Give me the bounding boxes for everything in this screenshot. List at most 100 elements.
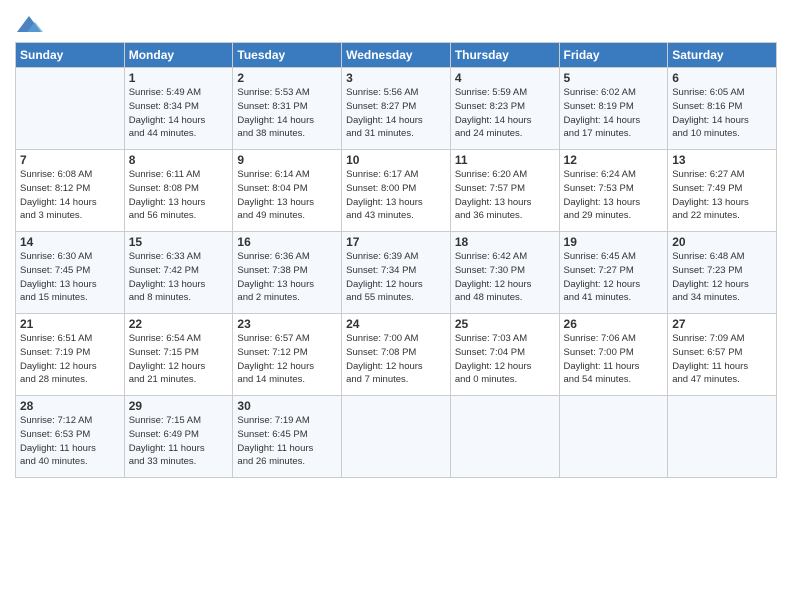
calendar-cell: 12Sunrise: 6:24 AMSunset: 7:53 PMDayligh… (559, 150, 668, 232)
header-row: SundayMondayTuesdayWednesdayThursdayFrid… (16, 43, 777, 68)
header-thursday: Thursday (450, 43, 559, 68)
calendar-cell: 14Sunrise: 6:30 AMSunset: 7:45 PMDayligh… (16, 232, 125, 314)
day-info: Sunrise: 6:57 AMSunset: 7:12 PMDaylight:… (237, 332, 337, 387)
day-number: 16 (237, 235, 337, 249)
calendar-table: SundayMondayTuesdayWednesdayThursdayFrid… (15, 42, 777, 478)
day-number: 1 (129, 71, 229, 85)
calendar-cell: 5Sunrise: 6:02 AMSunset: 8:19 PMDaylight… (559, 68, 668, 150)
calendar-cell: 29Sunrise: 7:15 AMSunset: 6:49 PMDayligh… (124, 396, 233, 478)
day-info: Sunrise: 6:30 AMSunset: 7:45 PMDaylight:… (20, 250, 120, 305)
day-number: 4 (455, 71, 555, 85)
day-number: 28 (20, 399, 120, 413)
day-number: 19 (564, 235, 664, 249)
calendar-cell: 27Sunrise: 7:09 AMSunset: 6:57 PMDayligh… (668, 314, 777, 396)
day-info: Sunrise: 6:02 AMSunset: 8:19 PMDaylight:… (564, 86, 664, 141)
day-number: 20 (672, 235, 772, 249)
day-number: 6 (672, 71, 772, 85)
calendar-cell: 30Sunrise: 7:19 AMSunset: 6:45 PMDayligh… (233, 396, 342, 478)
logo-icon (15, 14, 43, 36)
day-number: 8 (129, 153, 229, 167)
calendar-cell: 3Sunrise: 5:56 AMSunset: 8:27 PMDaylight… (342, 68, 451, 150)
calendar-cell: 9Sunrise: 6:14 AMSunset: 8:04 PMDaylight… (233, 150, 342, 232)
day-info: Sunrise: 6:20 AMSunset: 7:57 PMDaylight:… (455, 168, 555, 223)
day-info: Sunrise: 6:36 AMSunset: 7:38 PMDaylight:… (237, 250, 337, 305)
day-info: Sunrise: 6:39 AMSunset: 7:34 PMDaylight:… (346, 250, 446, 305)
calendar-cell: 19Sunrise: 6:45 AMSunset: 7:27 PMDayligh… (559, 232, 668, 314)
calendar-cell (559, 396, 668, 478)
day-info: Sunrise: 6:17 AMSunset: 8:00 PMDaylight:… (346, 168, 446, 223)
day-number: 29 (129, 399, 229, 413)
calendar-cell: 23Sunrise: 6:57 AMSunset: 7:12 PMDayligh… (233, 314, 342, 396)
day-number: 15 (129, 235, 229, 249)
calendar-cell: 13Sunrise: 6:27 AMSunset: 7:49 PMDayligh… (668, 150, 777, 232)
day-info: Sunrise: 5:49 AMSunset: 8:34 PMDaylight:… (129, 86, 229, 141)
week-row-4: 28Sunrise: 7:12 AMSunset: 6:53 PMDayligh… (16, 396, 777, 478)
week-row-3: 21Sunrise: 6:51 AMSunset: 7:19 PMDayligh… (16, 314, 777, 396)
day-info: Sunrise: 6:27 AMSunset: 7:49 PMDaylight:… (672, 168, 772, 223)
day-number: 3 (346, 71, 446, 85)
day-number: 27 (672, 317, 772, 331)
calendar-cell: 28Sunrise: 7:12 AMSunset: 6:53 PMDayligh… (16, 396, 125, 478)
week-row-2: 14Sunrise: 6:30 AMSunset: 7:45 PMDayligh… (16, 232, 777, 314)
day-info: Sunrise: 5:59 AMSunset: 8:23 PMDaylight:… (455, 86, 555, 141)
day-number: 30 (237, 399, 337, 413)
calendar-cell: 16Sunrise: 6:36 AMSunset: 7:38 PMDayligh… (233, 232, 342, 314)
day-info: Sunrise: 6:11 AMSunset: 8:08 PMDaylight:… (129, 168, 229, 223)
day-info: Sunrise: 6:14 AMSunset: 8:04 PMDaylight:… (237, 168, 337, 223)
calendar-cell: 18Sunrise: 6:42 AMSunset: 7:30 PMDayligh… (450, 232, 559, 314)
day-info: Sunrise: 5:56 AMSunset: 8:27 PMDaylight:… (346, 86, 446, 141)
day-number: 2 (237, 71, 337, 85)
day-info: Sunrise: 6:05 AMSunset: 8:16 PMDaylight:… (672, 86, 772, 141)
day-number: 25 (455, 317, 555, 331)
day-info: Sunrise: 7:19 AMSunset: 6:45 PMDaylight:… (237, 414, 337, 469)
calendar-cell: 22Sunrise: 6:54 AMSunset: 7:15 PMDayligh… (124, 314, 233, 396)
calendar-cell: 20Sunrise: 6:48 AMSunset: 7:23 PMDayligh… (668, 232, 777, 314)
day-info: Sunrise: 6:42 AMSunset: 7:30 PMDaylight:… (455, 250, 555, 305)
calendar-cell (668, 396, 777, 478)
day-info: Sunrise: 6:24 AMSunset: 7:53 PMDaylight:… (564, 168, 664, 223)
main-container: SundayMondayTuesdayWednesdayThursdayFrid… (0, 0, 792, 488)
logo (15, 14, 45, 36)
header-sunday: Sunday (16, 43, 125, 68)
calendar-cell: 11Sunrise: 6:20 AMSunset: 7:57 PMDayligh… (450, 150, 559, 232)
calendar-cell (342, 396, 451, 478)
day-number: 7 (20, 153, 120, 167)
calendar-cell (16, 68, 125, 150)
day-number: 13 (672, 153, 772, 167)
day-info: Sunrise: 5:53 AMSunset: 8:31 PMDaylight:… (237, 86, 337, 141)
header-saturday: Saturday (668, 43, 777, 68)
day-number: 10 (346, 153, 446, 167)
day-number: 18 (455, 235, 555, 249)
calendar-cell (450, 396, 559, 478)
header-tuesday: Tuesday (233, 43, 342, 68)
day-info: Sunrise: 7:06 AMSunset: 7:00 PMDaylight:… (564, 332, 664, 387)
week-row-1: 7Sunrise: 6:08 AMSunset: 8:12 PMDaylight… (16, 150, 777, 232)
day-info: Sunrise: 7:12 AMSunset: 6:53 PMDaylight:… (20, 414, 120, 469)
calendar-cell: 4Sunrise: 5:59 AMSunset: 8:23 PMDaylight… (450, 68, 559, 150)
day-number: 21 (20, 317, 120, 331)
calendar-cell: 24Sunrise: 7:00 AMSunset: 7:08 PMDayligh… (342, 314, 451, 396)
day-info: Sunrise: 7:09 AMSunset: 6:57 PMDaylight:… (672, 332, 772, 387)
calendar-cell: 26Sunrise: 7:06 AMSunset: 7:00 PMDayligh… (559, 314, 668, 396)
day-info: Sunrise: 6:54 AMSunset: 7:15 PMDaylight:… (129, 332, 229, 387)
day-info: Sunrise: 7:00 AMSunset: 7:08 PMDaylight:… (346, 332, 446, 387)
day-number: 9 (237, 153, 337, 167)
day-number: 5 (564, 71, 664, 85)
day-number: 11 (455, 153, 555, 167)
day-number: 14 (20, 235, 120, 249)
calendar-cell: 15Sunrise: 6:33 AMSunset: 7:42 PMDayligh… (124, 232, 233, 314)
day-info: Sunrise: 6:48 AMSunset: 7:23 PMDaylight:… (672, 250, 772, 305)
week-row-0: 1Sunrise: 5:49 AMSunset: 8:34 PMDaylight… (16, 68, 777, 150)
calendar-cell: 25Sunrise: 7:03 AMSunset: 7:04 PMDayligh… (450, 314, 559, 396)
header-wednesday: Wednesday (342, 43, 451, 68)
day-info: Sunrise: 7:15 AMSunset: 6:49 PMDaylight:… (129, 414, 229, 469)
day-info: Sunrise: 6:08 AMSunset: 8:12 PMDaylight:… (20, 168, 120, 223)
calendar-cell: 10Sunrise: 6:17 AMSunset: 8:00 PMDayligh… (342, 150, 451, 232)
day-number: 24 (346, 317, 446, 331)
day-number: 17 (346, 235, 446, 249)
calendar-cell: 2Sunrise: 5:53 AMSunset: 8:31 PMDaylight… (233, 68, 342, 150)
day-info: Sunrise: 7:03 AMSunset: 7:04 PMDaylight:… (455, 332, 555, 387)
calendar-cell: 21Sunrise: 6:51 AMSunset: 7:19 PMDayligh… (16, 314, 125, 396)
day-number: 12 (564, 153, 664, 167)
header-friday: Friday (559, 43, 668, 68)
